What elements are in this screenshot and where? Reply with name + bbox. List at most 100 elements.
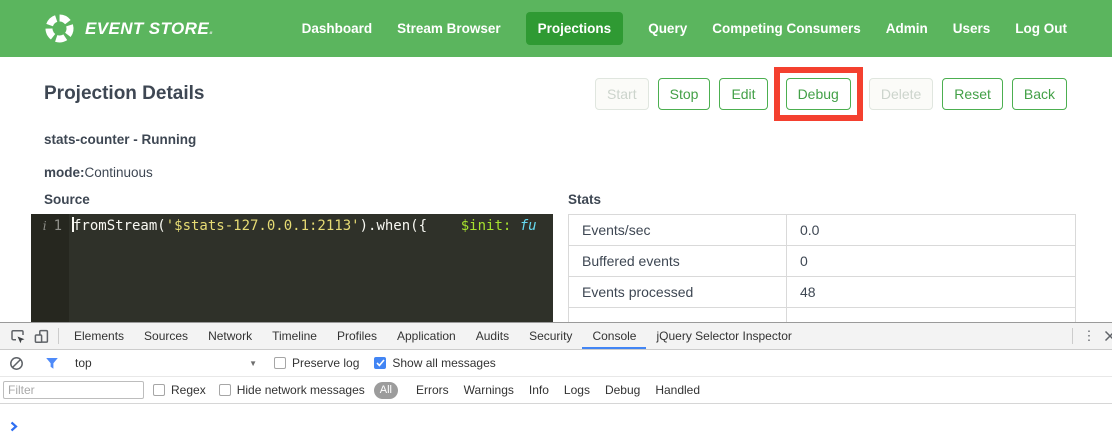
nav-item-users[interactable]: Users bbox=[953, 21, 991, 36]
check-icon bbox=[376, 359, 385, 367]
stat-value: 0 bbox=[787, 246, 1076, 277]
source-heading: Source bbox=[44, 192, 553, 207]
gutter-info-marker: i bbox=[43, 217, 47, 236]
nav-item-admin[interactable]: Admin bbox=[886, 21, 928, 36]
tab-network[interactable]: Network bbox=[198, 323, 262, 349]
filter-levels: Errors Warnings Info Logs Debug Handled bbox=[416, 383, 700, 397]
top-navbar: EVENT STORE. Dashboard Stream Browser Pr… bbox=[0, 0, 1112, 57]
console-filter-bar: Regex Hide network messages All Errors W… bbox=[0, 377, 1112, 404]
tab-application[interactable]: Application bbox=[387, 323, 466, 349]
preserve-log-group: Preserve log bbox=[274, 356, 359, 370]
tab-timeline[interactable]: Timeline bbox=[262, 323, 327, 349]
stat-label: Buffered events bbox=[569, 246, 787, 277]
devtools-tabbar: Elements Sources Network Timeline Profil… bbox=[0, 323, 1112, 350]
regex-group: Regex bbox=[153, 383, 206, 397]
mode-label: mode: bbox=[44, 165, 85, 180]
filter-level-handled[interactable]: Handled bbox=[655, 383, 700, 397]
hide-network-group: Hide network messages bbox=[219, 383, 365, 397]
filter-level-errors[interactable]: Errors bbox=[416, 383, 449, 397]
debug-highlight-annotation: Debug bbox=[774, 67, 863, 121]
tab-jquery-selector-inspector[interactable]: jQuery Selector Inspector bbox=[646, 323, 801, 349]
console-toolbar: top ▼ Preserve log Show all messages bbox=[0, 350, 1112, 377]
devtools-close-icon[interactable] bbox=[1100, 323, 1112, 349]
table-row: Buffered events 0 bbox=[569, 246, 1076, 277]
stat-value: 0.0 bbox=[787, 215, 1076, 246]
filter-funnel-icon[interactable] bbox=[45, 357, 59, 370]
filter-level-debug[interactable]: Debug bbox=[605, 383, 640, 397]
editor-gutter: i 1 bbox=[31, 214, 69, 322]
filter-level-warnings[interactable]: Warnings bbox=[464, 383, 514, 397]
table-row: Events processed 48 bbox=[569, 277, 1076, 308]
preserve-log-checkbox[interactable] bbox=[274, 357, 286, 369]
device-toolbar-icon[interactable] bbox=[29, 323, 53, 349]
show-all-messages-label[interactable]: Show all messages bbox=[392, 356, 495, 370]
source-section: Source i 1 fromStream('$stats-127.0.0.1:… bbox=[31, 192, 553, 322]
back-button[interactable]: Back bbox=[1012, 78, 1067, 110]
start-button[interactable]: Start bbox=[595, 78, 649, 110]
nav-item-dashboard[interactable]: Dashboard bbox=[302, 21, 373, 36]
show-all-messages-checkbox[interactable] bbox=[374, 357, 386, 369]
table-row-clipped bbox=[569, 308, 1076, 323]
tab-security[interactable]: Security bbox=[519, 323, 582, 349]
tab-sources[interactable]: Sources bbox=[134, 323, 198, 349]
main-nav: Dashboard Stream Browser Projections Que… bbox=[302, 12, 1067, 45]
stats-section: Stats Events/sec 0.0 Buffered events 0 E… bbox=[568, 192, 1076, 322]
filter-input[interactable] bbox=[3, 381, 144, 399]
edit-button[interactable]: Edit bbox=[719, 78, 767, 110]
regex-label[interactable]: Regex bbox=[171, 383, 206, 397]
nav-item-competing-consumers[interactable]: Competing Consumers bbox=[712, 21, 861, 36]
source-code-editor[interactable]: i 1 fromStream('$stats-127.0.0.1:2113').… bbox=[31, 214, 553, 322]
nav-item-stream-browser[interactable]: Stream Browser bbox=[397, 21, 501, 36]
code-line: fromStream('$stats-127.0.0.1:2113').when… bbox=[69, 214, 553, 322]
projection-action-buttons: Start Stop Edit Debug Delete Reset Back bbox=[595, 78, 1067, 110]
delete-button[interactable]: Delete bbox=[869, 78, 933, 110]
details-columns: Source i 1 fromStream('$stats-127.0.0.1:… bbox=[0, 192, 1112, 322]
clear-console-icon[interactable] bbox=[9, 356, 24, 371]
nav-item-query[interactable]: Query bbox=[648, 21, 687, 36]
tabbar-right-controls: ⋮ bbox=[1067, 323, 1112, 349]
filter-level-all-badge[interactable]: All bbox=[374, 382, 398, 399]
nav-item-log-out[interactable]: Log Out bbox=[1015, 21, 1067, 36]
stat-value: 48 bbox=[787, 277, 1076, 308]
stop-button[interactable]: Stop bbox=[658, 78, 711, 110]
console-prompt[interactable] bbox=[0, 404, 1112, 440]
show-all-messages-group: Show all messages bbox=[374, 356, 495, 370]
projection-status: stats-counter - Running bbox=[0, 132, 1112, 147]
tabbar-separator bbox=[58, 328, 59, 344]
tab-profiles[interactable]: Profiles bbox=[327, 323, 387, 349]
page-header: Projection Details Start Stop Edit Debug… bbox=[0, 57, 1112, 110]
devtools-panel: Elements Sources Network Timeline Profil… bbox=[0, 322, 1112, 440]
tabbar-separator bbox=[1072, 328, 1073, 344]
execution-context-select[interactable]: top ▼ bbox=[75, 356, 257, 370]
event-store-brand[interactable]: EVENT STORE. bbox=[44, 13, 214, 44]
code-gap bbox=[427, 218, 461, 234]
brand-suffix: . bbox=[209, 19, 214, 38]
projection-mode: mode:Continuous bbox=[0, 165, 1112, 180]
preserve-log-label[interactable]: Preserve log bbox=[292, 356, 359, 370]
code-property: $init: bbox=[461, 218, 512, 234]
stat-label: Events/sec bbox=[569, 215, 787, 246]
tab-elements[interactable]: Elements bbox=[64, 323, 134, 349]
nav-item-projections[interactable]: Projections bbox=[526, 12, 624, 45]
chevron-down-icon: ▼ bbox=[249, 359, 257, 368]
mode-value: Continuous bbox=[85, 165, 153, 180]
reset-button[interactable]: Reset bbox=[942, 78, 1003, 110]
console-prompt-icon bbox=[10, 412, 18, 440]
page-content: Projection Details Start Stop Edit Debug… bbox=[0, 57, 1112, 322]
page-title: Projection Details bbox=[44, 83, 205, 105]
tab-audits[interactable]: Audits bbox=[466, 323, 519, 349]
execution-context-value: top bbox=[75, 356, 92, 370]
filter-level-logs[interactable]: Logs bbox=[564, 383, 590, 397]
hide-network-messages-label[interactable]: Hide network messages bbox=[237, 383, 365, 397]
regex-checkbox[interactable] bbox=[153, 384, 165, 396]
hide-network-messages-checkbox[interactable] bbox=[219, 384, 231, 396]
table-row: Events/sec 0.0 bbox=[569, 215, 1076, 246]
inspect-element-icon[interactable] bbox=[5, 323, 29, 349]
stats-heading: Stats bbox=[568, 192, 1076, 207]
stat-label: Events processed bbox=[569, 277, 787, 308]
tab-console[interactable]: Console bbox=[582, 323, 646, 349]
devtools-menu-icon[interactable]: ⋮ bbox=[1078, 323, 1100, 349]
event-store-logo-icon bbox=[44, 13, 75, 44]
filter-level-info[interactable]: Info bbox=[529, 383, 549, 397]
debug-button[interactable]: Debug bbox=[786, 78, 851, 110]
